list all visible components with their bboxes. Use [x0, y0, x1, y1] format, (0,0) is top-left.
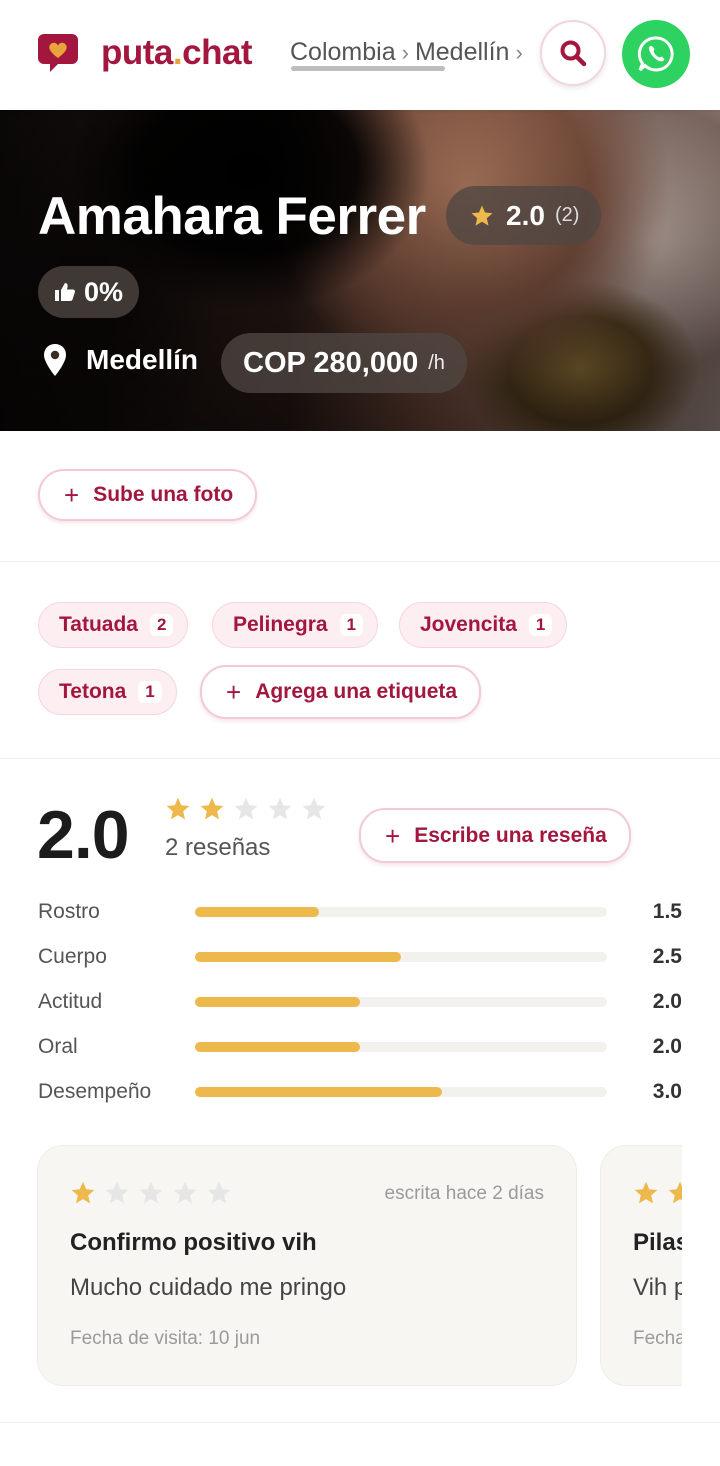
location-pin-icon: [44, 344, 66, 376]
breadcrumb-scrollbar[interactable]: [291, 66, 445, 71]
upload-photo-button[interactable]: + Sube una foto: [38, 469, 258, 521]
location: Medellín: [42, 343, 198, 377]
category-value: 3.0: [652, 1080, 682, 1103]
price-unit: /h: [428, 351, 445, 374]
price-value: COP 280,000: [243, 346, 419, 379]
star-icon: [471, 205, 493, 226]
tag-count: 1: [339, 614, 364, 636]
plus-icon: +: [385, 820, 401, 851]
profile-hero-photo[interactable]: Amahara Ferrer 2.0 (2) 0% Medellín COP 2…: [0, 110, 720, 431]
breadcrumb: Colombia › Medellín ›: [290, 38, 540, 67]
tag-chip[interactable]: Jovencita 1: [399, 602, 568, 648]
category-bar-track: [195, 1087, 607, 1097]
price-badge: COP 280,000 /h: [221, 333, 467, 393]
category-label: Oral: [38, 1035, 78, 1058]
profile-name: Amahara Ferrer: [38, 187, 426, 246]
tag-count: 1: [138, 681, 162, 703]
plus-icon: +: [64, 480, 80, 510]
review-stars: [633, 1180, 682, 1206]
location-city: Medellín: [86, 344, 199, 375]
star-filled-icon: [200, 797, 224, 820]
search-button[interactable]: [540, 20, 606, 86]
star-empty-icon: [173, 1181, 197, 1204]
add-tag-button[interactable]: + Agrega una etiqueta: [200, 665, 482, 719]
category-bar-track: [195, 1042, 607, 1052]
category-bar-fill: [195, 1042, 360, 1052]
category-label: Actitud: [38, 990, 103, 1013]
tag-count: 2: [149, 614, 174, 636]
tag-chip[interactable]: Tatuada 2: [38, 602, 189, 648]
average-rating: 2.0: [37, 797, 130, 873]
write-review-label: Escribe una reseña: [414, 823, 607, 847]
category-bar-fill: [195, 1087, 443, 1097]
plus-icon: +: [226, 677, 242, 707]
star-empty-icon: [207, 1181, 231, 1204]
tag-chip[interactable]: Pelinegra 1: [212, 602, 379, 648]
breadcrumb-separator: ›: [515, 40, 523, 65]
breadcrumb-separator: ›: [401, 40, 409, 65]
category-bar-track: [195, 952, 607, 962]
star-filled-icon: [634, 1181, 658, 1204]
rating-value: 2.0: [506, 199, 545, 231]
review-date: escrita hace 2 días: [384, 1183, 544, 1204]
category-value: 2.5: [652, 945, 682, 968]
section-divider: [0, 758, 720, 759]
reviews-carousel[interactable]: escrita hace 2 días Confirmo positivo vi…: [0, 1140, 682, 1400]
category-bar-fill: [195, 907, 319, 917]
star-empty-icon: [139, 1181, 163, 1204]
category-label: Desempeño: [38, 1080, 152, 1103]
category-value: 1.5: [652, 900, 682, 923]
upload-photo-label: Sube una foto: [93, 483, 234, 506]
review-title: Pilas: [633, 1229, 682, 1256]
category-value: 2.0: [652, 1035, 682, 1058]
heart-chat-logo-icon[interactable]: [36, 32, 80, 74]
category-bar-fill: [195, 997, 360, 1007]
top-header: puta.chat Colombia › Medellín ›: [0, 0, 720, 110]
tag-chip[interactable]: Tetona 1: [38, 669, 177, 715]
tag-count: 1: [528, 614, 553, 636]
star-empty-icon: [105, 1181, 129, 1204]
tag-label: Pelinegra: [233, 613, 328, 636]
category-bar-fill: [195, 952, 401, 962]
thumbs-up-icon: [55, 283, 75, 301]
tag-label: Jovencita: [420, 613, 517, 636]
category-value: 2.0: [652, 990, 682, 1013]
review-visit-date: Fecha de visita: 10 jun: [70, 1328, 261, 1349]
review-title: Confirmo positivo vih: [70, 1229, 317, 1256]
star-empty-icon: [234, 797, 258, 820]
search-icon: [560, 40, 587, 67]
whatsapp-button[interactable]: [622, 20, 690, 88]
category-bar-track: [195, 997, 607, 1007]
breadcrumb-item-city[interactable]: Medellín: [415, 38, 510, 66]
section-divider: [0, 561, 720, 562]
whatsapp-icon: [637, 36, 674, 72]
review-card[interactable]: Pilas Vih p Fecha: [600, 1145, 682, 1386]
review-visit-date: Fecha: [633, 1328, 682, 1349]
category-bar-track: [195, 907, 607, 917]
review-stars: [70, 1180, 232, 1206]
summary-stars: [165, 796, 327, 822]
reviews-count: 2 reseñas: [165, 834, 271, 861]
tag-label: Tatuada: [59, 613, 138, 636]
tag-label: Tetona: [59, 680, 127, 703]
review-text: Vih p: [633, 1274, 682, 1301]
star-filled-icon: [668, 1181, 682, 1204]
add-tag-label: Agrega una etiqueta: [255, 680, 458, 703]
likes-badge[interactable]: 0%: [38, 266, 140, 318]
write-review-button[interactable]: + Escribe una reseña: [359, 808, 631, 863]
breadcrumb-item-country[interactable]: Colombia: [290, 38, 396, 66]
review-text: Mucho cuidado me pringo: [70, 1274, 347, 1301]
category-label: Cuerpo: [38, 945, 107, 968]
rating-count: (2): [554, 204, 580, 226]
logo-text[interactable]: puta.chat: [101, 33, 253, 73]
review-card[interactable]: escrita hace 2 días Confirmo positivo vi…: [37, 1145, 577, 1386]
star-empty-icon: [302, 797, 326, 820]
rating-badge[interactable]: 2.0 (2): [446, 186, 602, 245]
star-empty-icon: [268, 797, 292, 820]
star-filled-icon: [166, 797, 190, 820]
section-divider: [0, 1422, 720, 1423]
likes-percentage: 0%: [84, 276, 124, 307]
star-filled-icon: [71, 1181, 95, 1204]
category-label: Rostro: [38, 900, 100, 923]
